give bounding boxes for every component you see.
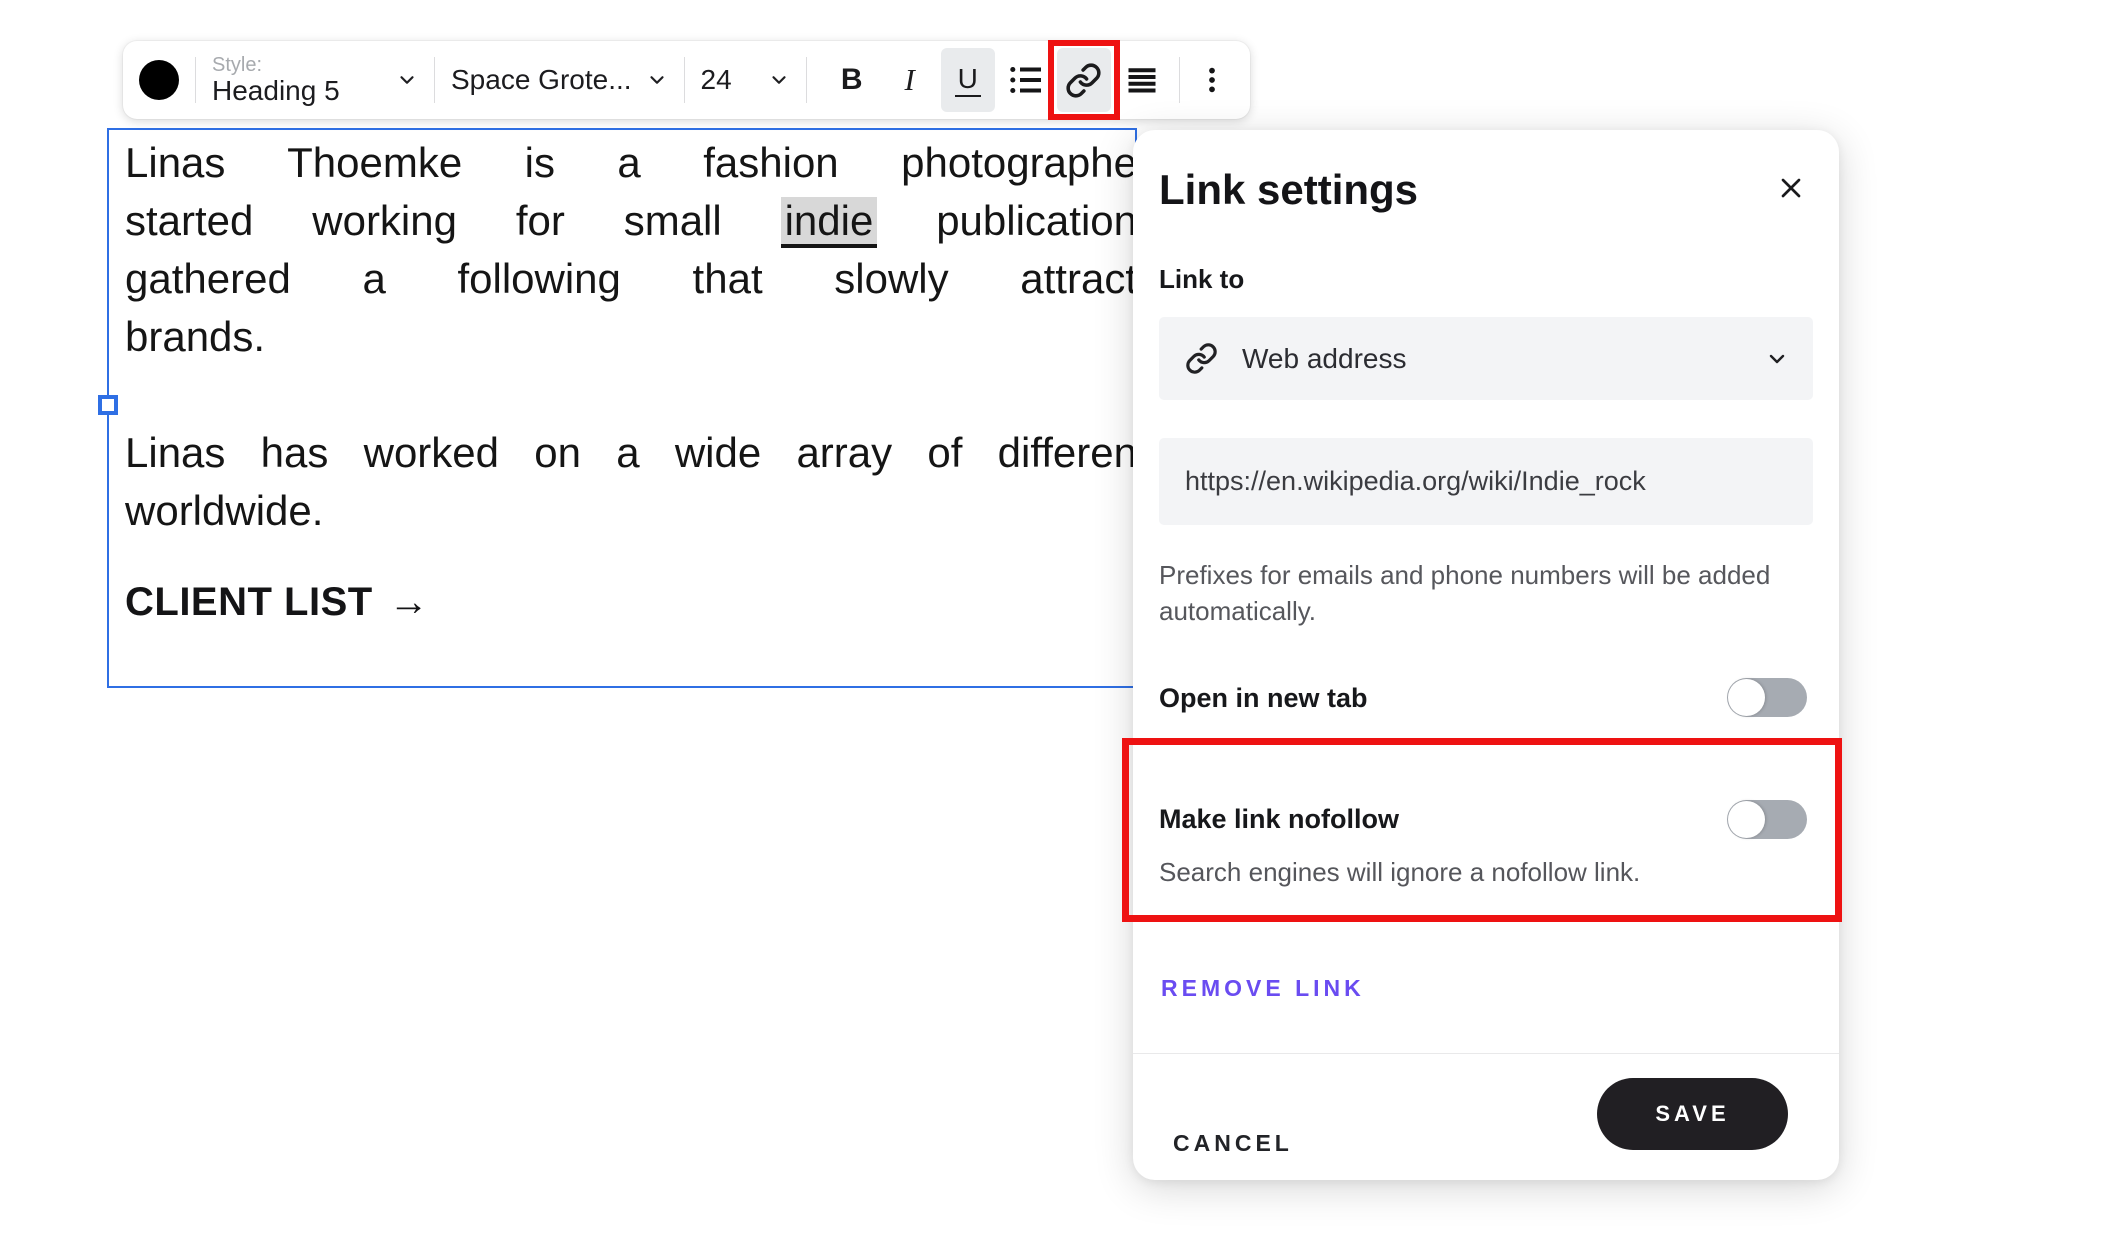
open-new-tab-label: Open in new tab: [1159, 683, 1368, 714]
remove-link-button[interactable]: REMOVE LINK: [1161, 975, 1365, 1002]
paragraph-line: brands.: [125, 308, 1137, 366]
text-format-toolbar: Style: Heading 5 Space Grote... 24 B I U: [123, 41, 1250, 119]
chain-link-icon: [1185, 342, 1218, 375]
link-settings-panel: Link settings Link to Web address https:…: [1133, 130, 1839, 1180]
link-to-label: Link to: [1159, 264, 1244, 295]
panel-title: Link settings: [1159, 166, 1418, 214]
paragraph-line: Linas has worked on a wide array of diff…: [125, 424, 1137, 482]
toolbar-divider: [806, 57, 807, 103]
chevron-down-icon: [768, 69, 790, 91]
editor-page: Style: Heading 5 Space Grote... 24 B I U: [0, 0, 2112, 1246]
selection-resize-handle[interactable]: [98, 395, 118, 415]
toolbar-divider: [1179, 57, 1180, 103]
nofollow-toggle[interactable]: [1727, 800, 1807, 839]
x-close-icon: [1775, 172, 1807, 204]
toolbar-divider: [684, 57, 685, 103]
underline-button[interactable]: U: [941, 48, 995, 112]
link-button[interactable]: [1057, 48, 1111, 112]
chevron-down-icon: [646, 69, 668, 91]
nofollow-label: Make link nofollow: [1159, 804, 1399, 835]
justify-text-icon: [1124, 62, 1160, 98]
text-color-swatch[interactable]: [139, 60, 179, 100]
cancel-button[interactable]: CANCEL: [1173, 1130, 1293, 1157]
style-dropdown[interactable]: Style: Heading 5: [212, 54, 382, 106]
more-options-button[interactable]: [1190, 48, 1234, 112]
paragraph-line: gathered a following that slowly attract: [125, 250, 1137, 308]
linked-word-indie[interactable]: indie: [781, 197, 878, 248]
paragraph-line: Linas Thoemke is a fashion photographe: [125, 134, 1137, 192]
footer-divider: [1133, 1053, 1839, 1054]
bold-button[interactable]: B: [825, 48, 879, 112]
toggle-knob: [1728, 801, 1765, 838]
italic-icon: I: [905, 62, 915, 98]
chain-link-icon: [1065, 62, 1102, 99]
vertical-ellipsis-icon: [1197, 65, 1227, 95]
style-value: Heading 5: [212, 76, 382, 106]
client-list-heading: CLIENT LIST →: [125, 573, 1135, 631]
prefix-note: Prefixes for emails and phone numbers wi…: [1159, 557, 1804, 629]
link-type-dropdown[interactable]: Web address: [1159, 317, 1813, 400]
bold-icon: B: [841, 63, 863, 97]
bullet-list-icon: [1008, 62, 1044, 98]
nofollow-description: Search engines will ignore a nofollow li…: [1159, 857, 1640, 888]
alignment-button[interactable]: [1115, 48, 1169, 112]
style-label: Style:: [212, 54, 382, 76]
link-type-value: Web address: [1242, 343, 1765, 375]
open-new-tab-toggle[interactable]: [1727, 678, 1807, 717]
paragraph-line: started working for small indie publicat…: [125, 192, 1137, 250]
font-size-dropdown[interactable]: 24: [701, 64, 732, 96]
url-input[interactable]: https://en.wikipedia.org/wiki/Indie_rock: [1159, 438, 1813, 525]
toolbar-divider: [434, 57, 435, 103]
toolbar-divider: [195, 57, 196, 103]
toggle-knob: [1728, 679, 1765, 716]
chevron-down-icon: [1765, 347, 1789, 371]
font-dropdown[interactable]: Space Grote...: [451, 64, 632, 96]
right-arrow-icon: →: [389, 573, 430, 631]
italic-button[interactable]: I: [883, 48, 937, 112]
paragraph-line: worldwide.: [125, 482, 1137, 540]
underline-icon: U: [955, 64, 981, 97]
chevron-down-icon: [396, 69, 418, 91]
selected-text-block[interactable]: Linas Thoemke is a fashion photographe s…: [107, 128, 1137, 688]
paragraph-spacer: [125, 366, 1137, 424]
save-button[interactable]: SAVE: [1597, 1078, 1788, 1150]
close-button[interactable]: [1773, 170, 1809, 206]
bullet-list-button[interactable]: [999, 48, 1053, 112]
